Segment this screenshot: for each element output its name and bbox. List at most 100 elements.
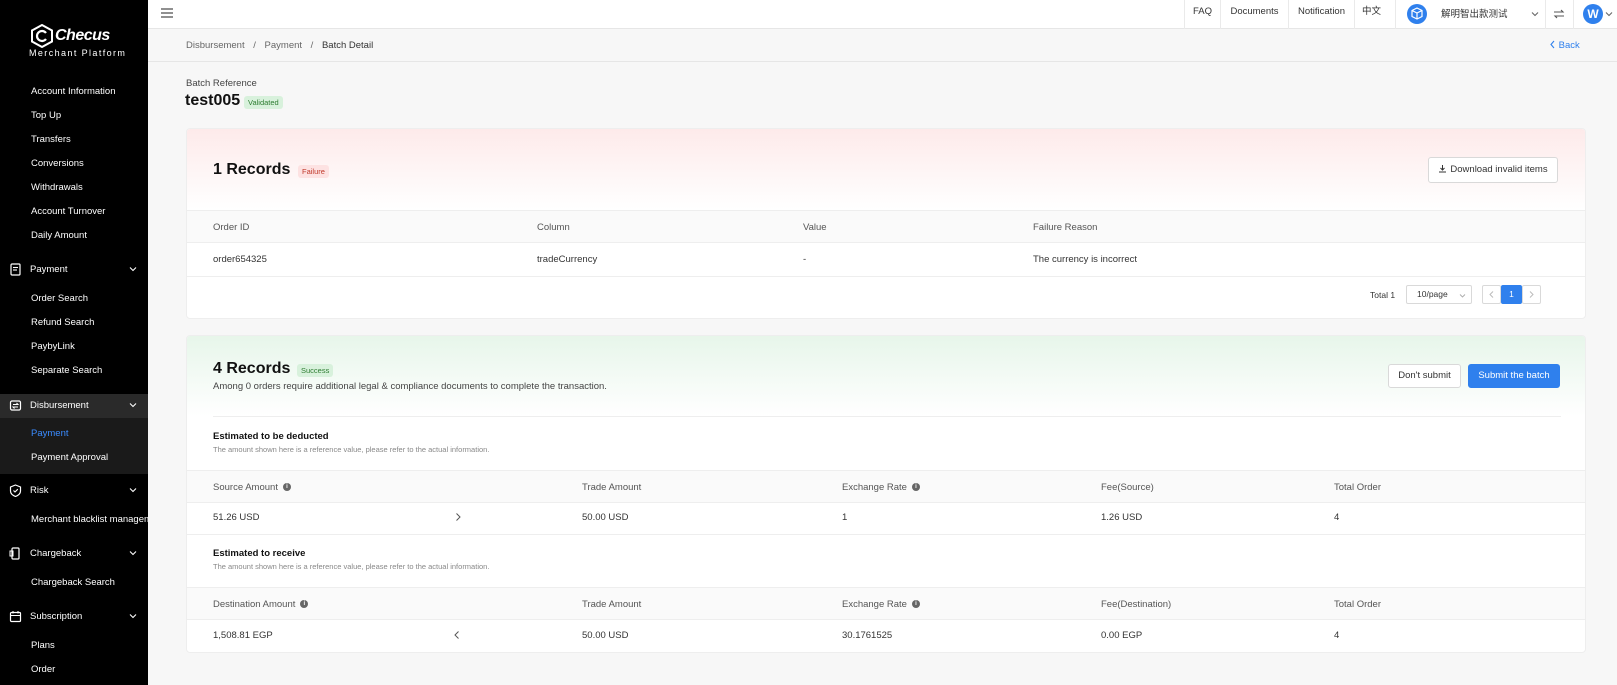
brand-name: Checus bbox=[55, 27, 110, 44]
chevron-down-icon bbox=[129, 614, 137, 619]
sidebar-item-plans[interactable]: Plans bbox=[31, 640, 55, 651]
user-avatar[interactable]: W bbox=[1583, 4, 1603, 24]
prev-page-button[interactable] bbox=[1482, 285, 1501, 304]
merchant-avatar[interactable] bbox=[1407, 4, 1427, 24]
faq-link[interactable]: FAQ bbox=[1184, 0, 1220, 29]
col-total-order: Total Order bbox=[1334, 599, 1381, 610]
chevron-down-icon bbox=[1459, 294, 1466, 298]
sidebar-item-order[interactable]: Order bbox=[31, 664, 55, 675]
sidebar-group-label: Chargeback bbox=[30, 548, 82, 559]
sidebar-item-account-turnover[interactable]: Account Turnover bbox=[31, 206, 105, 217]
sidebar-item-order-search[interactable]: Order Search bbox=[31, 293, 88, 304]
success-card: 4 Records Success Among 0 orders require… bbox=[186, 335, 1586, 653]
documents-link[interactable]: Documents bbox=[1220, 0, 1288, 29]
compliance-note: Among 0 orders require additional legal … bbox=[213, 381, 607, 392]
col-fee-destination: Fee(Destination) bbox=[1101, 599, 1172, 610]
success-badge: Success bbox=[297, 364, 334, 377]
menu-toggle-icon[interactable] bbox=[161, 8, 173, 18]
sidebar-item-paybylink[interactable]: PaybyLink bbox=[31, 341, 75, 352]
failure-records-count: 1 Records bbox=[213, 161, 291, 178]
breadcrumb-separator: / bbox=[310, 40, 314, 51]
checus-logo-icon bbox=[31, 24, 53, 48]
cell-total-order: 4 bbox=[1334, 512, 1340, 523]
sidebar-group-risk[interactable]: Risk bbox=[0, 479, 148, 503]
dont-submit-button[interactable]: Don't submit bbox=[1388, 364, 1461, 388]
sidebar-group-chargeback[interactable]: Chargeback bbox=[0, 542, 148, 566]
sidebar-group-label: Subscription bbox=[30, 611, 83, 622]
col-destination-amount: Destination Amount i bbox=[213, 599, 309, 610]
sidebar-item-chargeback-search[interactable]: Chargeback Search bbox=[31, 577, 115, 588]
sidebar-item-merchant-blacklist[interactable]: Merchant blacklist management bbox=[31, 514, 148, 525]
sidebar-group-disbursement[interactable]: Disbursement bbox=[0, 394, 148, 418]
page-size-select[interactable]: 10/page bbox=[1406, 285, 1472, 304]
top-bar: FAQ Documents Notification 中文 解明智出款测试 W bbox=[148, 0, 1617, 29]
sidebar-item-payment[interactable]: Payment bbox=[31, 428, 69, 439]
download-label: Download invalid items bbox=[1450, 164, 1548, 175]
chevron-right-icon[interactable] bbox=[454, 512, 462, 522]
sidebar-item-transfers[interactable]: Transfers bbox=[31, 134, 71, 145]
merchant-name[interactable]: 解明智出款测试 bbox=[1441, 6, 1508, 20]
col-trade-amount: Trade Amount bbox=[582, 599, 642, 610]
receive-table-header: Destination Amount i Trade Amount Exchang… bbox=[187, 587, 1585, 620]
shield-icon bbox=[9, 484, 22, 497]
page-1-button[interactable]: 1 bbox=[1501, 285, 1522, 304]
col-value: Value bbox=[803, 222, 827, 233]
sidebar-item-payment-approval[interactable]: Payment Approval bbox=[31, 452, 108, 463]
failure-table-header: Order ID Column Value Failure Reason bbox=[187, 210, 1585, 243]
breadcrumb-item-payment[interactable]: Payment bbox=[265, 40, 303, 51]
notification-link[interactable]: Notification bbox=[1288, 0, 1354, 29]
sidebar-item-withdrawals[interactable]: Withdrawals bbox=[31, 182, 83, 193]
receive-title: Estimated to receive bbox=[213, 548, 306, 559]
chevron-down-icon[interactable] bbox=[1530, 9, 1540, 19]
download-icon bbox=[1439, 165, 1447, 173]
batch-name: test005 bbox=[185, 92, 241, 109]
success-records-count: 4 Records bbox=[213, 360, 291, 377]
sidebar-group-subscription[interactable]: Subscription bbox=[0, 605, 148, 629]
info-icon[interactable]: i bbox=[911, 483, 920, 492]
sidebar-group-payment[interactable]: Payment bbox=[0, 258, 148, 282]
transfer-icon bbox=[9, 400, 22, 411]
phone-icon bbox=[9, 547, 20, 560]
cell-order-id: order654325 bbox=[213, 254, 267, 265]
col-failure-reason: Failure Reason bbox=[1033, 222, 1098, 233]
language-toggle[interactable]: 中文 bbox=[1354, 0, 1388, 29]
sidebar-item-refund-search[interactable]: Refund Search bbox=[31, 317, 94, 328]
sidebar-item-daily-amount[interactable]: Daily Amount bbox=[31, 230, 87, 241]
sidebar: Checus Merchant Platform Account Informa… bbox=[0, 0, 148, 685]
sidebar-submenu-disbursement bbox=[0, 418, 148, 474]
breadcrumb-item-disbursement[interactable]: Disbursement bbox=[186, 40, 245, 51]
col-total-order: Total Order bbox=[1334, 482, 1381, 493]
cell-destination-amount: 1,508.81 EGP bbox=[213, 630, 273, 641]
col-exchange-rate: Exchange Rate i bbox=[842, 599, 920, 610]
next-page-button[interactable] bbox=[1522, 285, 1541, 304]
chevron-down-icon bbox=[129, 267, 137, 272]
cell-value: - bbox=[803, 254, 807, 265]
back-button[interactable]: Back bbox=[1549, 40, 1580, 51]
sidebar-item-account-information[interactable]: Account Information bbox=[31, 86, 116, 97]
sidebar-item-separate-search[interactable]: Separate Search bbox=[31, 365, 102, 376]
download-invalid-items-button[interactable]: Download invalid items bbox=[1428, 157, 1558, 183]
deducted-title: Estimated to be deducted bbox=[213, 431, 329, 442]
chevron-down-icon bbox=[129, 551, 137, 556]
switch-icon[interactable] bbox=[1553, 8, 1565, 20]
cell-failure-reason: The currency is incorrect bbox=[1033, 254, 1138, 265]
sidebar-item-conversions[interactable]: Conversions bbox=[31, 158, 84, 169]
cube-icon bbox=[1411, 7, 1423, 20]
chevron-down-icon bbox=[129, 403, 137, 408]
col-source-amount: Source Amount i bbox=[213, 482, 291, 493]
pagination-total: Total 1 bbox=[1370, 290, 1396, 300]
cell-column: tradeCurrency bbox=[537, 254, 598, 265]
chevron-down-icon bbox=[129, 488, 137, 493]
sidebar-group-label: Risk bbox=[30, 485, 49, 496]
cell-fee-source: 1.26 USD bbox=[1101, 512, 1143, 523]
info-icon[interactable]: i bbox=[300, 600, 309, 609]
receipt-icon bbox=[10, 263, 21, 276]
chevron-left-icon[interactable] bbox=[453, 630, 461, 640]
submit-batch-button[interactable]: Submit the batch bbox=[1468, 364, 1560, 388]
info-icon[interactable]: i bbox=[282, 483, 291, 492]
sidebar-item-top-up[interactable]: Top Up bbox=[31, 110, 61, 121]
chevron-right-icon bbox=[1529, 291, 1534, 298]
info-icon[interactable]: i bbox=[911, 600, 920, 609]
cell-fee-destination: 0.00 EGP bbox=[1101, 630, 1143, 641]
chevron-down-icon[interactable] bbox=[1604, 9, 1614, 19]
